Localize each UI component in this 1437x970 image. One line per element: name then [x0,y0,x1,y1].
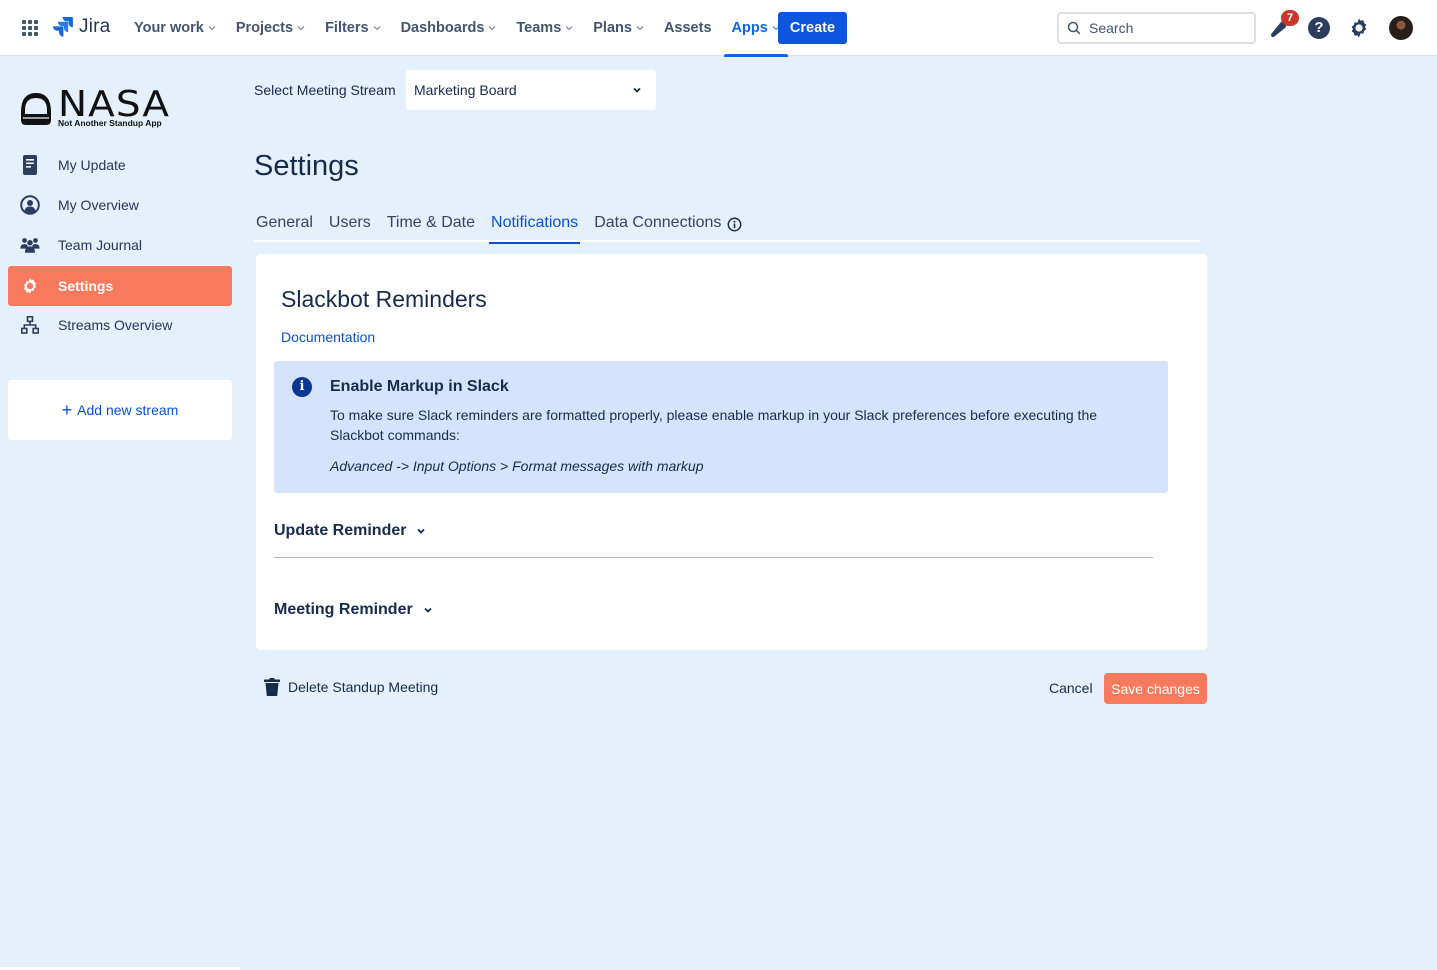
people-icon [20,235,40,255]
settings-tabs: General Users Time & Date Notifications … [254,212,1200,244]
chevron-down-icon [424,607,432,613]
add-new-stream-button[interactable]: + Add new stream [8,380,232,440]
tab-general[interactable]: General [254,212,315,242]
tab-notifications[interactable]: Notifications [489,212,581,244]
nasa-tagline: Not Another Standup App [58,118,162,128]
delete-label: Delete Standup Meeting [288,679,439,695]
chevron-down-icon [633,87,641,93]
chevron-down-icon [417,528,426,534]
nav-label: Dashboards [400,20,485,36]
nav-label: Plans [593,20,632,36]
sidebar-item-label: Settings [58,278,114,294]
info-title: Enable Markup in Slack [330,378,509,395]
chevron-down-icon [373,26,381,31]
info-circle-icon: i [292,377,312,397]
chevron-down-icon [208,26,216,31]
settings-gear-icon[interactable] [1347,16,1371,40]
nav-filters[interactable]: Filters [315,0,391,56]
primary-nav: Your work Projects Filters Dashboards Te… [124,0,790,57]
slackbot-reminders-card: Slackbot Reminders Documentation i Enabl… [256,254,1207,650]
app-switcher-icon[interactable] [22,20,38,36]
nav-plans[interactable]: Plans [583,0,654,56]
nav-label: Teams [516,20,562,36]
info-settings-path: Advanced -> Input Options > Format messa… [330,458,704,474]
hierarchy-icon [20,315,40,335]
section-label: Meeting Reminder [274,601,413,618]
chevron-down-icon [636,26,644,31]
astronaut-helmet-icon [21,93,51,125]
sidebar-item-my-overview[interactable]: My Overview [8,185,232,225]
tab-label: Notifications [491,214,579,231]
save-changes-button[interactable]: Save changes [1104,673,1207,704]
sidebar-item-team-journal[interactable]: Team Journal [8,225,232,265]
help-icon[interactable]: ? [1308,17,1330,39]
nav-label: Filters [325,20,369,36]
jira-logo[interactable]: Jira [52,16,110,38]
tab-users[interactable]: Users [327,212,373,242]
section-divider [274,557,1153,558]
sidebar-item-streams-overview[interactable]: Streams Overview [8,305,232,345]
tab-label: Users [328,214,371,231]
nav-label: Apps [731,20,768,36]
sidebar-item-label: Streams Overview [58,317,173,333]
plus-icon: + [61,400,73,420]
jira-logo-icon [53,17,73,37]
search-placeholder: Search [1089,20,1134,36]
chevron-down-icon [488,26,496,31]
cancel-button[interactable]: Cancel [1049,680,1093,696]
sidebar-item-label: Team Journal [58,237,143,253]
info-icon[interactable] [727,217,742,232]
notification-count-badge: 7 [1281,10,1299,26]
nasa-logo: NASA Not Another Standup App [18,84,178,130]
nav-projects[interactable]: Projects [226,0,315,56]
nav-label: Projects [235,20,294,36]
create-button[interactable]: Create [778,12,847,44]
section-label: Update Reminder [274,522,407,539]
tab-data-connections[interactable]: Data Connections [592,212,744,242]
documentation-link[interactable]: Documentation [281,329,375,345]
tab-label: Time & Date [386,214,476,231]
gear-icon [20,276,40,296]
selected-stream: Marketing Board [414,82,517,98]
add-stream-label: Add new stream [77,402,179,418]
nav-dashboards[interactable]: Dashboards [391,0,507,56]
sidebar-item-label: My Update [58,157,126,173]
meeting-stream-select[interactable]: Marketing Board [406,70,656,110]
chevron-down-icon [565,26,573,31]
search-input[interactable]: Search [1057,12,1256,44]
tab-time-date[interactable]: Time & Date [385,212,477,242]
enable-markup-info-panel: i Enable Markup in Slack To make sure Sl… [274,361,1168,493]
stream-select-label: Select Meeting Stream [254,82,396,98]
info-body: To make sure Slack reminders are formatt… [330,407,1098,443]
nav-label: Your work [134,20,204,36]
tab-label: General [256,214,313,231]
delete-standup-meeting-button[interactable]: Delete Standup Meeting [264,678,438,696]
user-circle-icon [20,195,40,215]
sidebar-item-settings[interactable]: Settings [8,266,232,306]
nav-assets[interactable]: Assets [654,0,722,56]
nav-teams[interactable]: Teams [506,0,583,56]
user-avatar[interactable] [1389,16,1413,40]
trash-icon [264,678,280,696]
card-title: Slackbot Reminders [281,286,487,312]
document-icon [20,155,40,175]
sidebar-item-my-update[interactable]: My Update [8,145,232,185]
chevron-down-icon [297,26,305,31]
sidebar-item-label: My Overview [58,197,139,213]
jira-wordmark: Jira [79,16,111,37]
page-title: Settings [254,150,359,182]
top-navigation-bar: Jira Your work Projects Filters Dashboar… [0,0,1437,57]
tab-label: Data Connections [594,214,722,231]
nav-label: Assets [663,20,712,36]
search-icon [1067,21,1081,35]
update-reminder-toggle[interactable]: Update Reminder [274,522,426,540]
meeting-reminder-toggle[interactable]: Meeting Reminder [274,601,433,619]
nav-your-work[interactable]: Your work [124,0,226,56]
